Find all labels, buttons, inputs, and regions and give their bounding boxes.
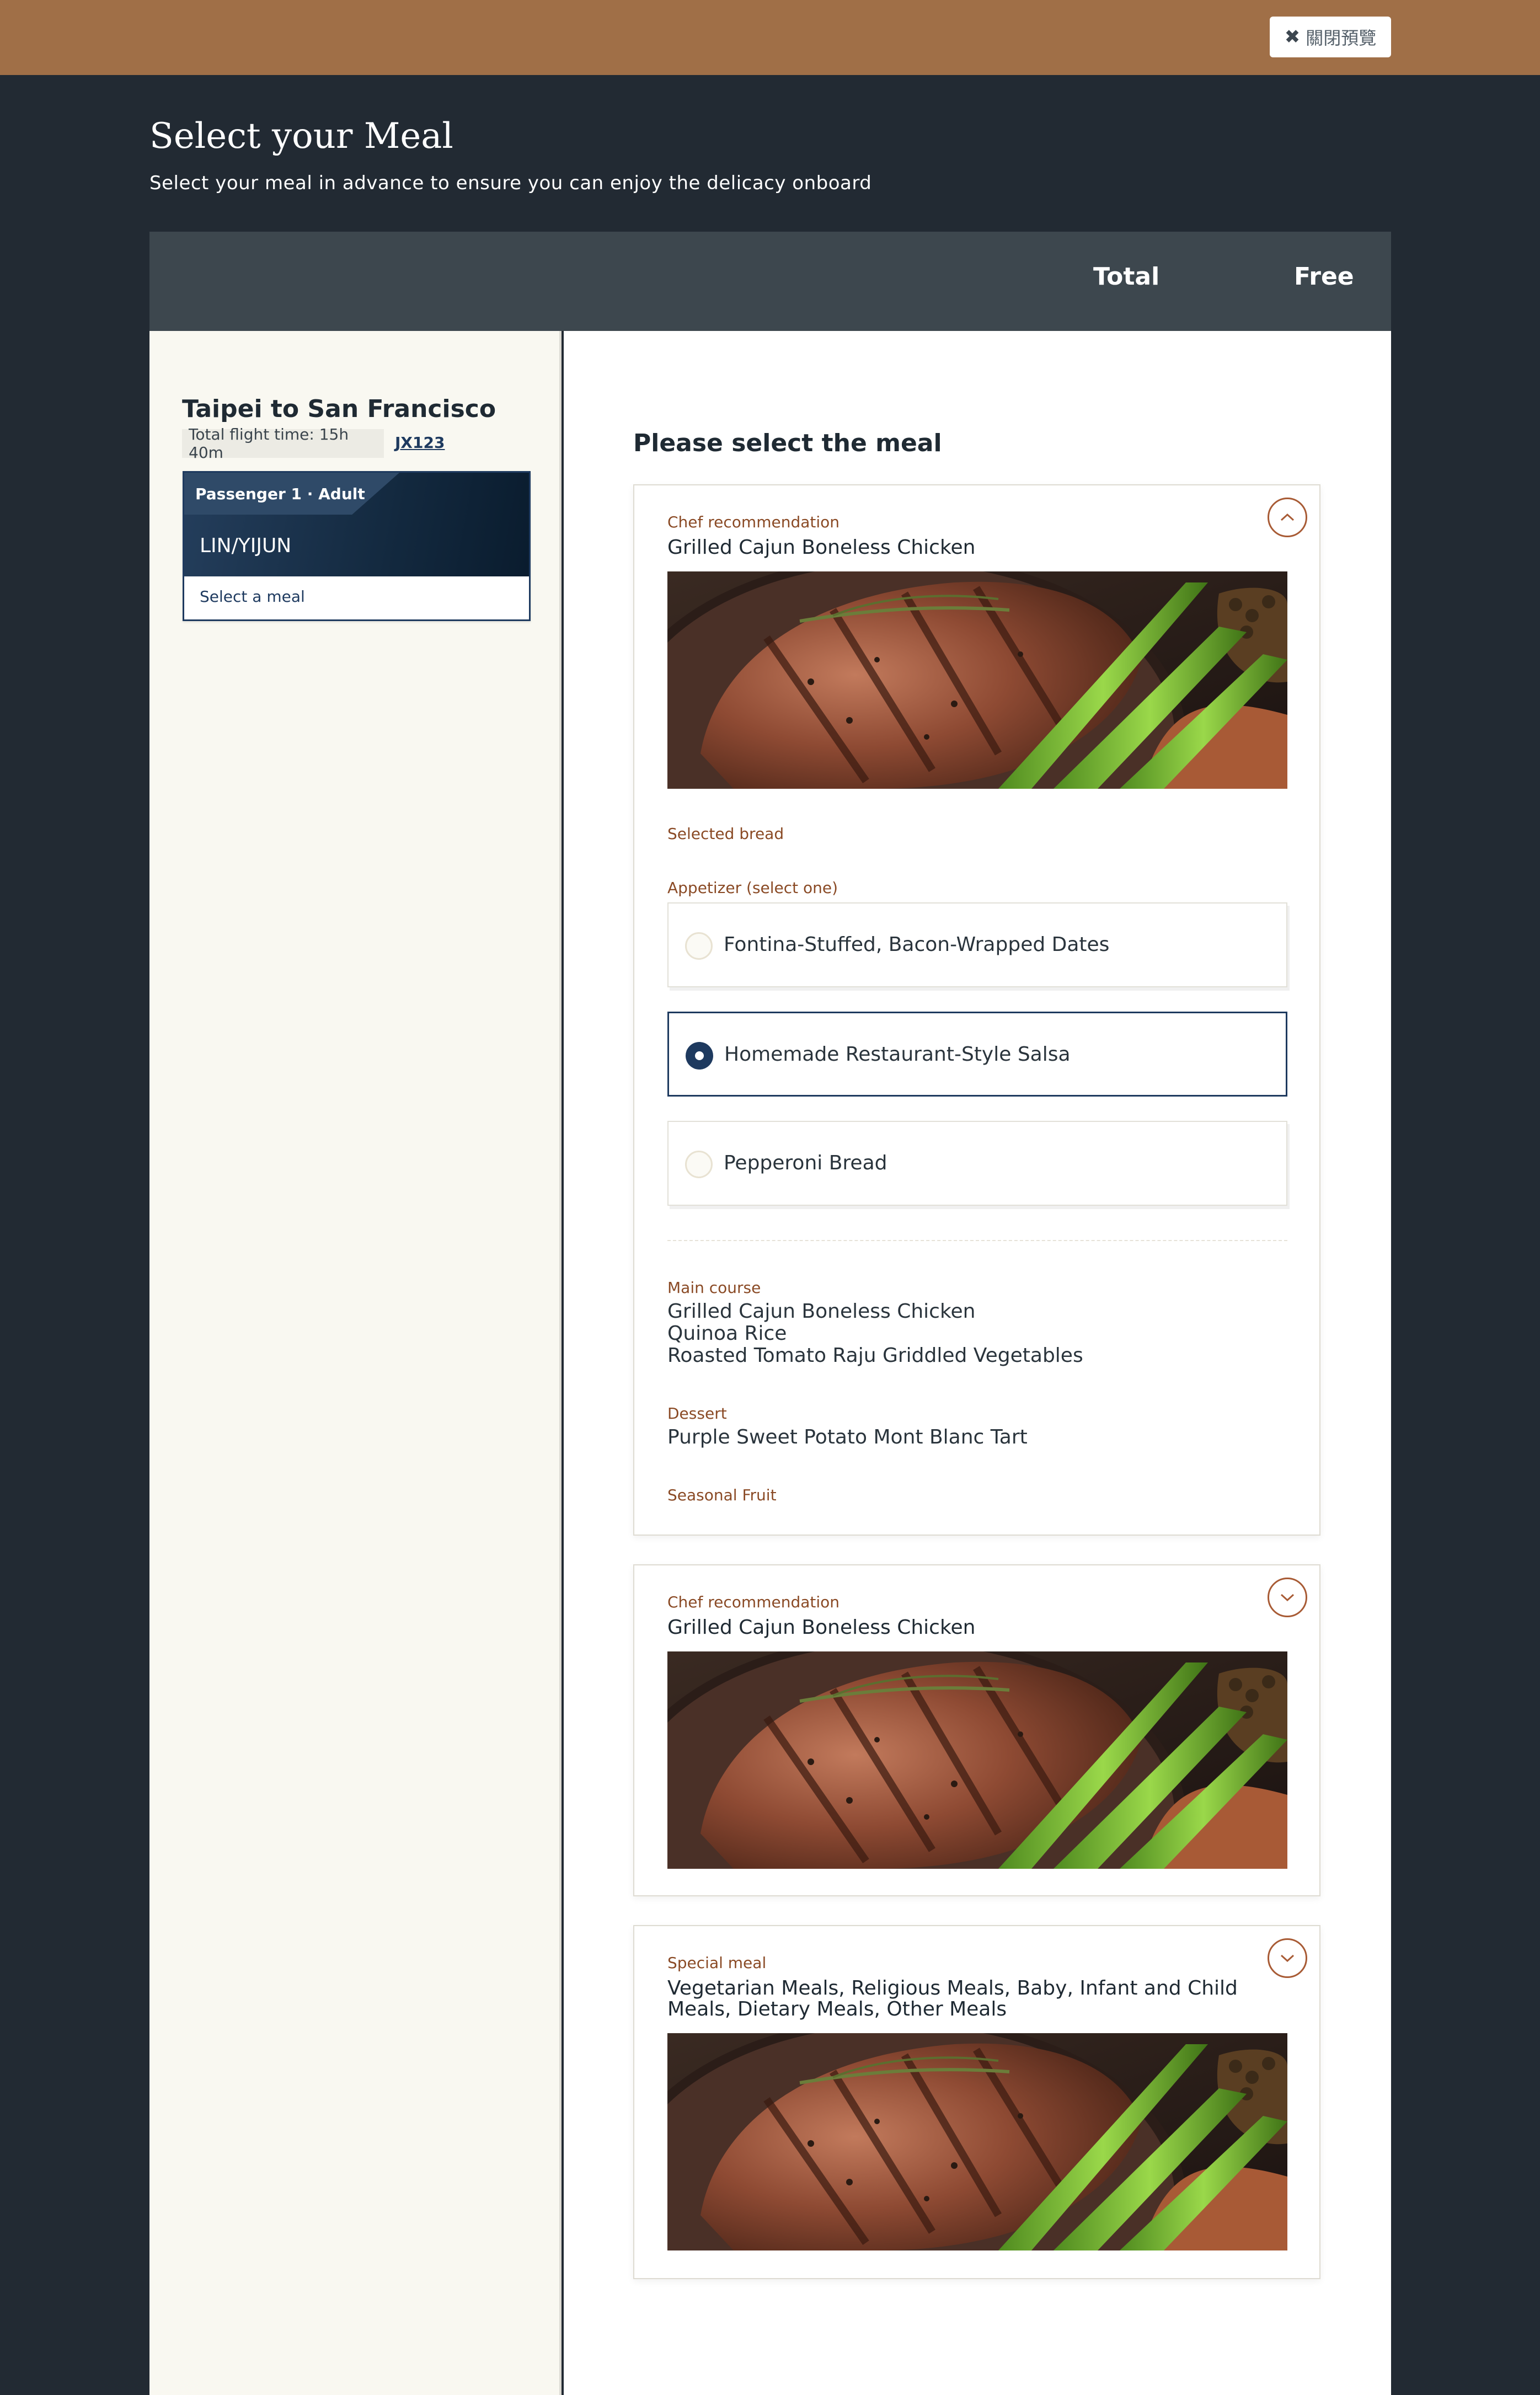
passenger-name: LIN/YIJUN [200,534,292,557]
radio-button-selected[interactable] [686,1042,713,1070]
meal-selection-panel: Please select the meal Chef recommendati… [564,331,1391,2395]
collapse-meal-button[interactable] [1268,498,1307,537]
flight-time-text: Total flight time: 15h 40m [189,425,349,462]
meal-name: Vegetarian Meals, Religious Meals, Baby,… [667,1977,1238,2020]
dessert-item: Purple Sweet Potato Mont Blanc Tart [667,1426,1028,1448]
meal-photo [667,1651,1287,1869]
expand-meal-button[interactable] [1268,1938,1307,1978]
meal-category: Chef recommendation [667,513,840,531]
passenger-card[interactable]: Passenger 1 · Adult LIN/YIJUN Select a m… [183,471,531,621]
appetizer-option[interactable]: Homemade Restaurant-Style Salsa [667,1012,1287,1097]
expand-meal-button[interactable] [1268,1578,1307,1617]
flight-time: Total flight time: 15h 40m [182,425,384,462]
close-icon: ✖ [1284,26,1301,48]
meal-card[interactable]: Special meal Vegetarian Meals, Religious… [633,1925,1320,2279]
main-course-item: Quinoa Rice [667,1322,787,1345]
bread-label: Selected bread [667,825,784,843]
chevron-down-icon [1280,1594,1295,1602]
appetizer-label: Appetizer (select one) [667,879,838,897]
meal-photo [667,2033,1287,2250]
appetizer-option-label: Homemade Restaurant-Style Salsa [724,1043,1071,1066]
meal-category: Special meal [667,1954,767,1972]
appetizer-option-label: Pepperoni Bread [724,1152,887,1174]
passenger-meal-status: Select a meal [200,587,305,606]
section-title: Please select the meal [633,429,942,457]
meal-name: Grilled Cajun Boneless Chicken [667,536,976,559]
total-bar: Total Free [149,232,1391,331]
appetizer-option[interactable]: Pepperoni Bread [667,1121,1287,1206]
dessert-label: Dessert [667,1404,727,1423]
appetizer-option-label: Fontina-Stuffed, Bacon-Wrapped Dates [724,933,1110,956]
meal-card[interactable]: Chef recommendation Grilled Cajun Bonele… [633,484,1320,1536]
flight-sidebar: Taipei to San Francisco Total flight tim… [149,331,562,2395]
chevron-down-icon [1280,1954,1295,1963]
meal-name: Grilled Cajun Boneless Chicken [667,1616,976,1639]
passenger-label: Passenger 1 · Adult [195,485,365,503]
meal-card[interactable]: Chef recommendation Grilled Cajun Bonele… [633,1564,1320,1896]
page-subtitle: Select your meal in advance to ensure yo… [149,172,872,194]
main-course-item: Roasted Tomato Raju Griddled Vegetables [667,1344,1083,1367]
seasonal-fruit-label: Seasonal Fruit [667,1486,777,1504]
page-title: Select your Meal [149,116,453,157]
close-preview-label: 關閉預覽 [1306,28,1377,49]
total-value: Free [1294,263,1354,291]
passenger-card-header: Passenger 1 · Adult LIN/YIJUN [184,473,529,576]
main-course-item: Grilled Cajun Boneless Chicken [667,1300,976,1323]
appetizer-option[interactable]: Fontina-Stuffed, Bacon-Wrapped Dates [667,902,1287,987]
route-title: Taipei to San Francisco [182,395,496,423]
chevron-up-icon [1280,513,1295,521]
main-course-label: Main course [667,1279,761,1297]
radio-button[interactable] [685,932,713,960]
preview-bar: ✖ 關閉預覽 [0,0,1540,75]
close-preview-button[interactable]: ✖ 關閉預覽 [1270,17,1391,57]
section-divider [667,1240,1287,1241]
radio-button[interactable] [685,1151,713,1178]
meal-category: Chef recommendation [667,1593,840,1611]
total-label: Total [1093,263,1160,291]
meal-photo [667,571,1287,789]
flight-number-link[interactable]: JX123 [395,434,445,452]
